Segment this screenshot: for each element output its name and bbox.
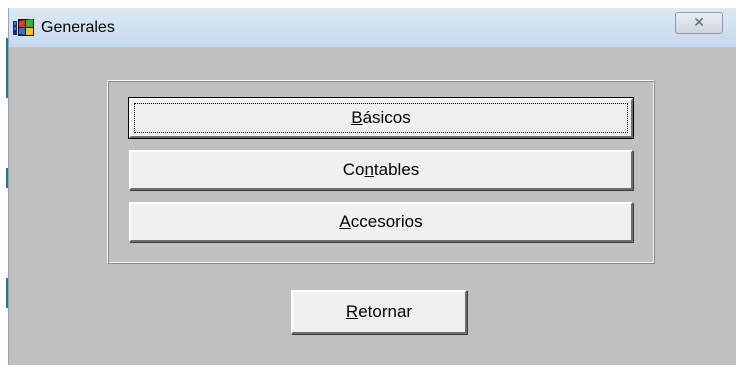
generales-dialog: Generales ✕ Básicos Contables Accesorios… xyxy=(8,8,736,365)
retornar-label: Retornar xyxy=(345,302,413,321)
close-icon: ✕ xyxy=(693,15,705,31)
app-window-icon xyxy=(13,19,34,36)
close-button[interactable]: ✕ xyxy=(675,12,723,34)
retornar-button[interactable]: Retornar xyxy=(291,290,467,334)
contables-label: Contables xyxy=(342,160,420,179)
accesorios-button[interactable]: Accesorios xyxy=(129,202,633,242)
title-bar[interactable]: Generales ✕ xyxy=(9,8,736,48)
retornar-accelerator: R xyxy=(345,302,359,321)
basicos-label: Básicos xyxy=(351,108,411,127)
window-title: Generales xyxy=(41,19,115,36)
accesorios-label: Accesorios xyxy=(339,212,423,231)
contables-accelerator: n xyxy=(364,160,374,179)
basicos-accelerator: B xyxy=(351,108,363,127)
contables-button[interactable]: Contables xyxy=(129,150,633,190)
accesorios-accelerator: A xyxy=(339,212,351,231)
basicos-button[interactable]: Básicos xyxy=(128,97,634,139)
background-window-edge xyxy=(0,8,8,365)
